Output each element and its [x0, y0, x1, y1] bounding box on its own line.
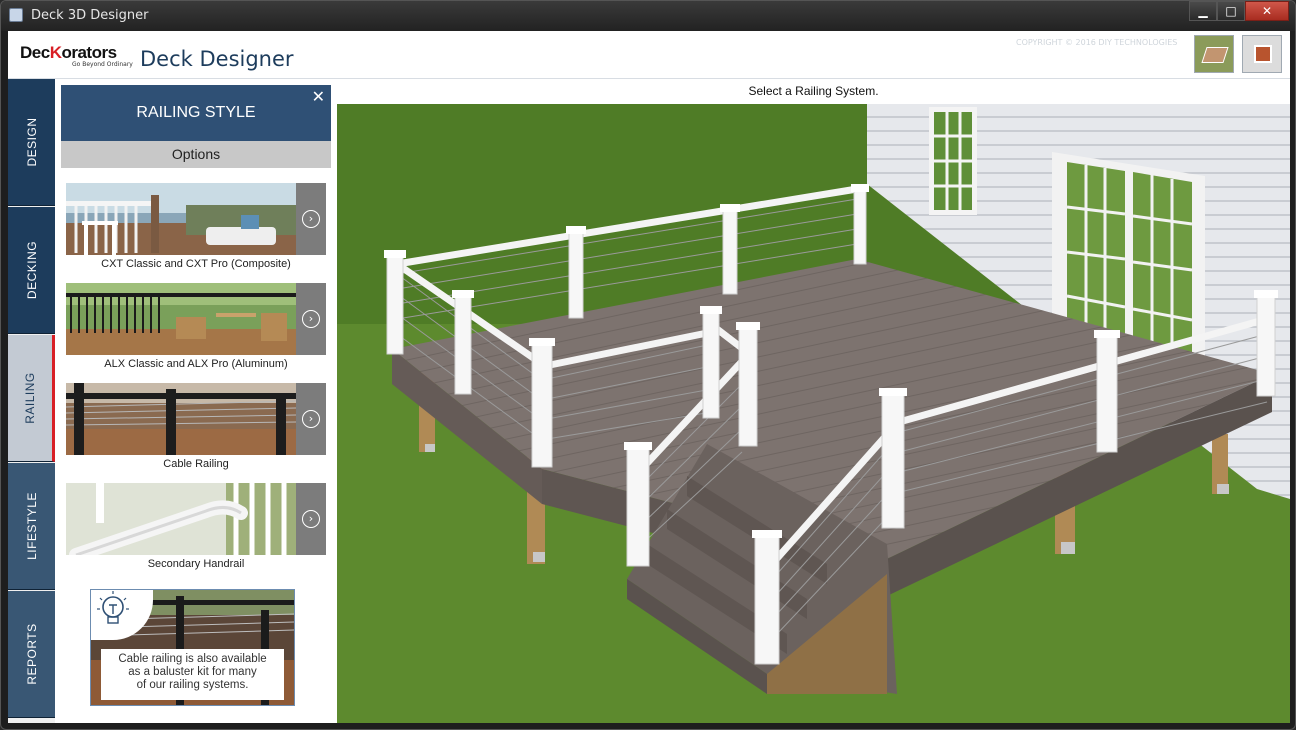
tip-message: Cable railing is also available as a bal…: [101, 649, 284, 700]
view-3d-button[interactable]: [1194, 35, 1234, 73]
tab-label: DESIGN: [24, 117, 39, 167]
tab-label: REPORTS: [24, 623, 39, 685]
option-alx-aluminum[interactable]: › ALX Classic and ALX Pro (Aluminum): [66, 283, 326, 370]
chevron-right-icon: ›: [302, 410, 320, 428]
window-title: Deck 3D Designer: [31, 8, 149, 23]
close-window-button[interactable]: ✕: [1245, 1, 1289, 21]
option-cable-railing[interactable]: › Cable Railing: [66, 383, 326, 470]
brand-suffix: orators: [61, 43, 117, 62]
window-controls: ▁ □ ✕: [1189, 1, 1289, 21]
panel-close-icon[interactable]: ✕: [312, 87, 325, 106]
title-bar[interactable]: Deck 3D Designer ▁ □ ✕: [1, 1, 1295, 31]
option-arrow[interactable]: ›: [296, 283, 326, 355]
brand-prefix: Dec: [20, 43, 50, 62]
brand-x: K: [49, 43, 62, 62]
app-content: DecKorators Go Beyond Ordinary Deck Desi…: [8, 31, 1290, 723]
tip-line: as a baluster kit for many: [128, 666, 257, 678]
tip-line: Cable railing is also available: [118, 653, 267, 665]
cxt-thumbnail: [66, 183, 296, 255]
tab-reports[interactable]: REPORTS: [8, 591, 55, 718]
app-window: Deck 3D Designer ▁ □ ✕ DecKorators Go Be…: [0, 0, 1296, 730]
cube-3d-icon: [1201, 47, 1229, 63]
tab-decking[interactable]: DECKING: [8, 207, 55, 334]
option-arrow[interactable]: ›: [296, 483, 326, 555]
maximize-button[interactable]: □: [1217, 1, 1245, 21]
chevron-right-icon: ›: [302, 210, 320, 228]
app-header: DecKorators Go Beyond Ordinary Deck Desi…: [8, 31, 1290, 79]
minimize-button[interactable]: ▁: [1189, 1, 1217, 21]
railing-style-panel: RAILING STYLE ✕ Options › CXT Classic an…: [55, 79, 337, 723]
option-cxt-composite[interactable]: › CXT Classic and CXT Pro (Composite): [66, 183, 326, 270]
tab-label: LIFESTYLE: [24, 492, 39, 560]
tab-railing[interactable]: RAILING: [8, 335, 55, 462]
brand-tagline: Go Beyond Ordinary: [72, 61, 133, 68]
handrail-thumbnail: [66, 483, 296, 555]
cable-thumbnail: [66, 383, 296, 455]
tip-line: of our railing systems.: [136, 679, 249, 691]
chevron-right-icon: ›: [302, 510, 320, 528]
option-arrow[interactable]: ›: [296, 183, 326, 255]
deck-3d-scene[interactable]: [337, 104, 1290, 723]
option-arrow[interactable]: ›: [296, 383, 326, 455]
brand-logo: DecKorators Go Beyond Ordinary: [20, 43, 138, 73]
option-secondary-handrail[interactable]: › Secondary Handrail: [66, 483, 326, 570]
app-title: Deck Designer: [140, 47, 294, 71]
tab-label: DECKING: [24, 240, 39, 300]
options-bar: Options: [61, 141, 331, 168]
alx-thumbnail: [66, 283, 296, 355]
option-label: ALX Classic and ALX Pro (Aluminum): [104, 358, 288, 370]
instruction-text: Select a Railing System.: [748, 84, 879, 98]
copyright-text: COPYRIGHT © 2016 DIY TECHNOLOGIES: [1016, 38, 1178, 47]
option-label: Secondary Handrail: [147, 558, 245, 570]
tab-design[interactable]: DESIGN: [8, 79, 55, 206]
plan-2d-icon: [1254, 45, 1272, 63]
panel-title: RAILING STYLE: [136, 104, 256, 121]
option-label: CXT Classic and CXT Pro (Composite): [101, 258, 291, 270]
tab-lifestyle[interactable]: LIFESTYLE: [8, 463, 55, 590]
view-2d-button[interactable]: [1242, 35, 1282, 73]
panel-header: RAILING STYLE ✕: [61, 85, 331, 141]
option-label: Cable Railing: [163, 458, 229, 470]
lightbulb-icon: [97, 591, 129, 624]
side-tabs: DESIGN DECKING RAILING LIFESTYLE REPORTS: [8, 79, 55, 723]
tip-card: Cable railing is also available as a bal…: [90, 589, 295, 706]
java-app-icon: [9, 8, 23, 22]
3d-viewport: Select a Railing System.: [337, 79, 1290, 723]
chevron-right-icon: ›: [302, 310, 320, 328]
tab-label: RAILING: [23, 372, 37, 424]
